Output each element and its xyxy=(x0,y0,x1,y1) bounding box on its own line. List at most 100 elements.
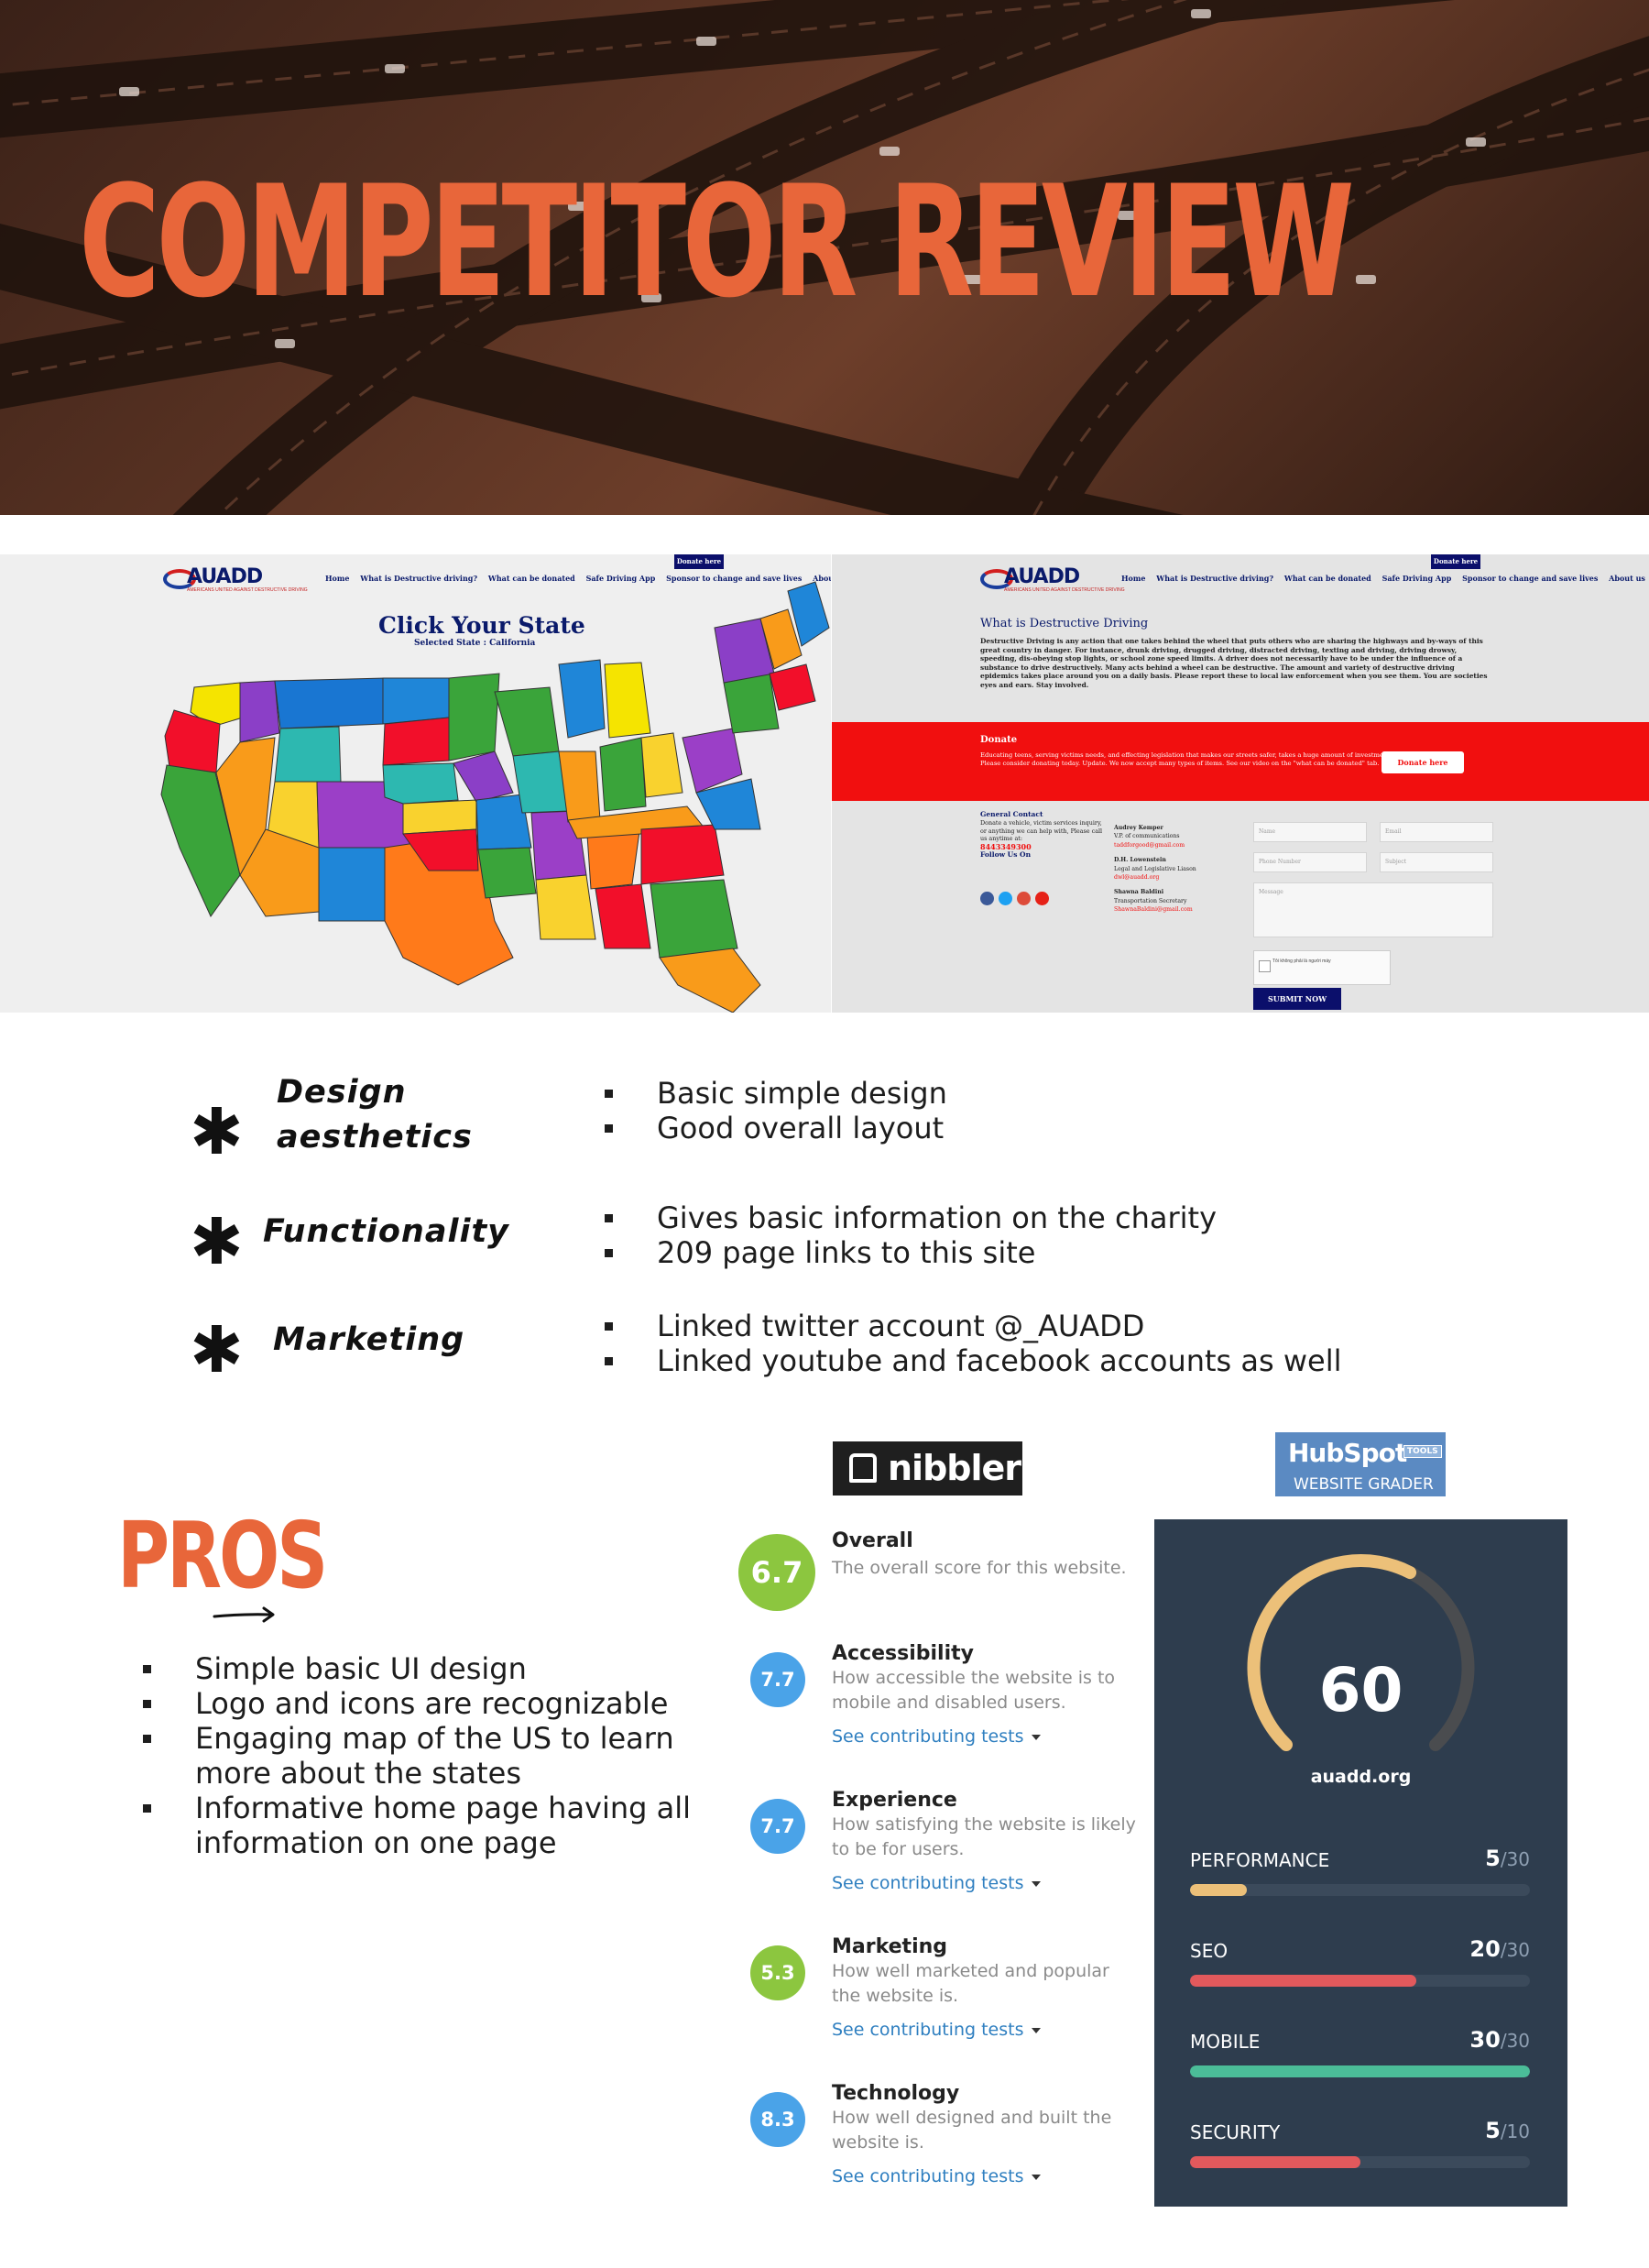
metric-max: /30 xyxy=(1500,2030,1530,2052)
metric-bar-fill xyxy=(1190,2065,1530,2077)
hubspot-subtitle: WEBSITE GRADER xyxy=(1294,1475,1434,1494)
criteria-design-list: Basic simple design Good overall layout xyxy=(605,1076,947,1145)
metric-score: 5/10 xyxy=(1485,2118,1530,2143)
list-item: Engaging map of the US to learn more abo… xyxy=(143,1721,729,1791)
pros-list: Simple basic UI design Logo and icons ar… xyxy=(143,1651,729,1860)
nav-safe-driving-app[interactable]: Safe Driving App xyxy=(1382,574,1452,583)
metric-bar xyxy=(1190,1975,1530,1987)
phone-field[interactable]: Phone Number xyxy=(1253,852,1367,872)
logo-tagline: AMERICANS UNITED AGAINST DESTRUCTIVE DRI… xyxy=(1004,587,1125,593)
hubspot-brand: HubSpot xyxy=(1288,1438,1407,1468)
see-contributing-tests-link[interactable]: See contributing tests xyxy=(832,1726,1041,1747)
metric-score: 30/30 xyxy=(1469,2027,1530,2053)
metric-value: 30 xyxy=(1469,2027,1501,2053)
nav-home[interactable]: Home xyxy=(1121,574,1145,583)
metric-score: 20/30 xyxy=(1469,1936,1530,1962)
criteria-marketing-list: Linked twitter account @_AUADD Linked yo… xyxy=(605,1309,1341,1378)
category-desc: How well marketed and popular the websit… xyxy=(832,1961,1109,2006)
message-field[interactable]: Message xyxy=(1253,882,1493,937)
submit-button[interactable]: SUBMIT NOW xyxy=(1253,988,1341,1010)
nibbler-icon xyxy=(849,1453,877,1483)
metric-bar-fill xyxy=(1190,2156,1360,2168)
category-score-badge: 8.3 xyxy=(750,2092,805,2147)
contact-title: General Contact xyxy=(980,810,1043,818)
category-title: Accessibility xyxy=(832,1642,974,1665)
website-grader-panel: 60 auadd.org PERFORMANCE 5/30 SEO 20/30 MOBI… xyxy=(1154,1519,1567,2207)
contact-body: Donate a vehicle, victim services inquir… xyxy=(980,818,1103,843)
youtube-icon[interactable] xyxy=(1035,892,1049,905)
twitter-icon[interactable] xyxy=(999,892,1012,905)
category-desc: How well designed and built the website … xyxy=(832,2108,1112,2153)
graded-site: auadd.org xyxy=(1310,1767,1412,1787)
hubspot-logo: HubSpot TOOLS WEBSITE GRADER xyxy=(1275,1432,1446,1496)
metric-label: SECURITY xyxy=(1190,2121,1281,2143)
metric-max: /30 xyxy=(1500,1939,1530,1961)
metric-max: /30 xyxy=(1500,1848,1530,1870)
arrow-right-icon xyxy=(213,1606,275,1623)
staff-name: D.H. Lowenstein xyxy=(1114,857,1166,864)
staff-role: V.P. of communications xyxy=(1114,833,1180,840)
list-item: Logo and icons are recognizable xyxy=(143,1686,729,1721)
list-item: Linked youtube and facebook accounts as … xyxy=(605,1343,1341,1378)
nav-destructive-driving[interactable]: What is Destructive driving? xyxy=(1156,574,1273,583)
section-body: Destructive Driving is any action that o… xyxy=(980,637,1488,689)
google-plus-icon[interactable] xyxy=(1017,892,1031,905)
overall-score-badge: 6.7 xyxy=(738,1534,815,1611)
list-item: Basic simple design xyxy=(605,1076,947,1111)
category-title: Marketing xyxy=(832,1935,948,1958)
metric-bar-fill xyxy=(1190,1884,1247,1896)
page-title: COMPETITOR REVIEW xyxy=(79,152,1355,332)
staff-email[interactable]: ShawnaBaldini@gmail.com xyxy=(1114,905,1251,914)
donate-cta-button[interactable]: Donate here xyxy=(1381,751,1464,773)
overall-desc: The overall score for this website. xyxy=(832,1558,1127,1578)
staff-name: Shawna Baldini xyxy=(1114,889,1164,896)
list-item: Linked twitter account @_AUADD xyxy=(605,1309,1341,1343)
donate-section: Donate Educating teens, serving victims … xyxy=(832,722,1649,801)
donate-body: Educating teens, serving victims needs, … xyxy=(980,751,1392,767)
nibbler-brand: nibbler xyxy=(888,1448,1021,1488)
metric-value: 5 xyxy=(1485,1846,1501,1871)
category-score-badge: 7.7 xyxy=(750,1652,805,1707)
us-states-map[interactable] xyxy=(0,554,831,1013)
nav-sponsor[interactable]: Sponsor to change and save lives xyxy=(1462,574,1598,583)
see-contributing-tests-link[interactable]: See contributing tests xyxy=(832,1873,1041,1893)
nav-about-us[interactable]: About us xyxy=(1609,574,1645,583)
metric-label: MOBILE xyxy=(1190,2031,1261,2053)
facebook-icon[interactable] xyxy=(980,892,994,905)
category-title: Technology xyxy=(832,2082,960,2105)
metric-label: PERFORMANCE xyxy=(1190,1849,1330,1871)
hero-banner: COMPETITOR REVIEW xyxy=(0,0,1649,515)
see-contributing-tests-link[interactable]: See contributing tests xyxy=(832,2020,1041,2040)
metric-bar xyxy=(1190,2156,1530,2168)
donate-button[interactable]: Donate here xyxy=(1431,554,1480,569)
metric-max: /10 xyxy=(1500,2120,1530,2142)
site-nav: Home What is Destructive driving? What c… xyxy=(1121,574,1649,583)
staff-list: Audrey Kemper V.P. of communications tad… xyxy=(1114,824,1251,915)
overall-title: Overall xyxy=(832,1529,913,1552)
overall-score: 60 xyxy=(1318,1655,1403,1726)
category-score-badge: 5.3 xyxy=(750,1945,805,2000)
email-field[interactable]: Email xyxy=(1380,822,1493,842)
recaptcha-checkbox[interactable]: Tôi không phải là người máy xyxy=(1253,950,1391,985)
subject-field[interactable]: Subject xyxy=(1380,852,1493,872)
general-contact: General Contact Donate a vehicle, victim… xyxy=(980,810,1108,860)
criteria-label-design: Design aesthetics xyxy=(277,1074,473,1156)
hubspot-tools-badge: TOOLS xyxy=(1403,1445,1442,1458)
list-item: 209 page links to this site xyxy=(605,1235,1217,1270)
nav-what-can-be-donated[interactable]: What can be donated xyxy=(1284,574,1371,583)
staff-email[interactable]: dwl@auadd.org xyxy=(1114,873,1251,882)
metric-value: 5 xyxy=(1485,2118,1501,2143)
website-home-screenshot: AUADD AMERICANS UNITED AGAINST DESTRUCTI… xyxy=(0,554,831,1013)
list-item: Gives basic information on the charity xyxy=(605,1200,1217,1235)
category-desc: How satisfying the website is likely to … xyxy=(832,1814,1136,1859)
category-score-badge: 7.7 xyxy=(750,1799,805,1854)
name-field[interactable]: Name xyxy=(1253,822,1367,842)
see-contributing-tests-link[interactable]: See contributing tests xyxy=(832,2166,1041,2186)
staff-role: Legal and Legislative Liason xyxy=(1114,865,1196,872)
metric-bar xyxy=(1190,2065,1530,2077)
asterisk-icon: ✱ xyxy=(190,1312,244,1387)
pros-heading: PROS xyxy=(117,1502,328,1609)
metric-score: 5/30 xyxy=(1485,1846,1530,1871)
list-item: Informative home page having all informa… xyxy=(143,1791,729,1860)
staff-email[interactable]: taddforgood@gmail.com xyxy=(1114,841,1251,849)
